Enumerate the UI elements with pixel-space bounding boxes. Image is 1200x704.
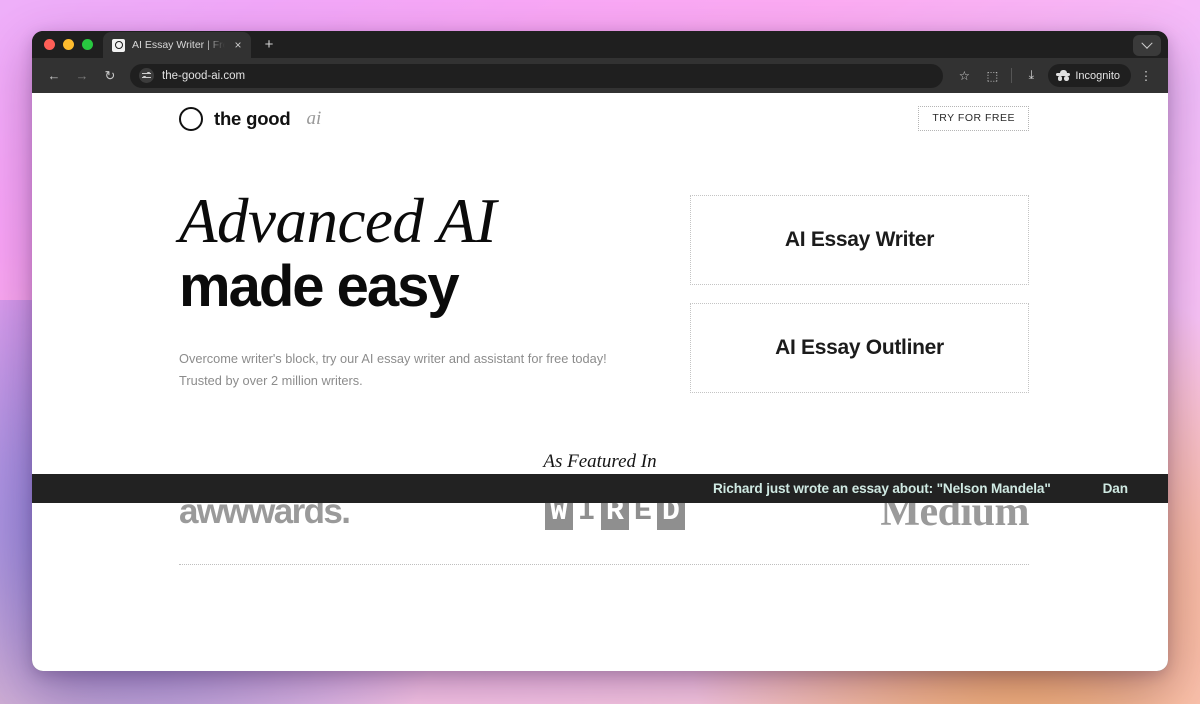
page-viewport: the good ai TRY FOR FREE Advanced AI mad… [32,93,1168,671]
brand-name: the good [214,107,291,129]
extensions-icon[interactable]: ⬚ [979,63,1005,89]
incognito-indicator[interactable]: Incognito [1048,64,1131,87]
back-button[interactable]: ← [41,63,67,89]
hero-cta-cards: AI Essay Writer AI Essay Outliner [690,189,1029,393]
hero-subtitle: Overcome writer's block, try our AI essa… [179,348,646,392]
tab-title: AI Essay Writer | Free Essay W [132,39,225,51]
ai-essay-writer-card[interactable]: AI Essay Writer [690,195,1029,285]
maximize-window-button[interactable] [82,39,93,50]
close-window-button[interactable] [44,39,55,50]
reload-button[interactable]: ↻ [97,63,123,89]
hero-subtitle-line1: Overcome writer's block, try our AI essa… [179,351,607,367]
window-controls [42,31,103,58]
hero-subtitle-line2: Trusted by over 2 million writers. [179,373,363,389]
downloads-icon[interactable]: ⤓ [1018,63,1044,89]
hero-heading-sans: made easy [179,254,460,320]
hero-copy: Advanced AI made easy Overcome writer's … [179,189,646,392]
site-logo[interactable]: the good ai [179,106,322,131]
circle-logo-icon [179,106,203,131]
chevron-down-icon [1141,37,1153,49]
site-header: the good ai TRY FOR FREE [32,93,1168,131]
incognito-icon [1056,70,1071,81]
ticker-track: Richard just wrote an essay about: "Nels… [32,481,1128,496]
address-bar[interactable]: the-good-ai.com [130,63,944,88]
ticker-item: Dan [1102,481,1128,496]
browser-menu-icon[interactable]: ⋮ [1133,63,1159,89]
section-divider [179,564,1029,565]
hero-heading-serif: Advanced AI [179,186,496,256]
tab-list-menu-button[interactable] [1133,35,1161,56]
ai-essay-outliner-card[interactable]: AI Essay Outliner [690,303,1029,393]
try-for-free-button[interactable]: TRY FOR FREE [918,106,1029,131]
ticker-item: Richard just wrote an essay about: "Nels… [713,481,1051,496]
browser-toolbar: ← → ↻ the-good-ai.com ☆ ⬚ ⤓ Incognito ⋮ [32,58,1168,93]
tab-favicon-icon [112,38,125,52]
brand-suffix: ai [306,107,322,129]
forward-button[interactable]: → [69,63,95,89]
new-tab-button[interactable]: + [258,34,280,56]
site-settings-icon[interactable] [139,68,154,83]
incognito-label: Incognito [1075,69,1120,82]
bookmark-star-icon[interactable]: ☆ [951,63,977,89]
hero-section: Advanced AI made easy Overcome writer's … [32,131,1168,393]
browser-tab-active[interactable]: AI Essay Writer | Free Essay W × [103,32,251,58]
toolbar-divider [1011,68,1013,83]
browser-window: AI Essay Writer | Free Essay W × + ← → ↻… [32,31,1168,671]
desktop-background: AI Essay Writer | Free Essay W × + ← → ↻… [0,0,1200,704]
featured-title: As Featured In [543,451,657,472]
minimize-window-button[interactable] [63,39,74,50]
tab-close-icon[interactable]: × [232,39,244,51]
address-bar-url: the-good-ai.com [162,69,246,82]
browser-tab-strip: AI Essay Writer | Free Essay W × + [32,31,1168,58]
activity-ticker-bar: Richard just wrote an essay about: "Nels… [32,474,1168,503]
